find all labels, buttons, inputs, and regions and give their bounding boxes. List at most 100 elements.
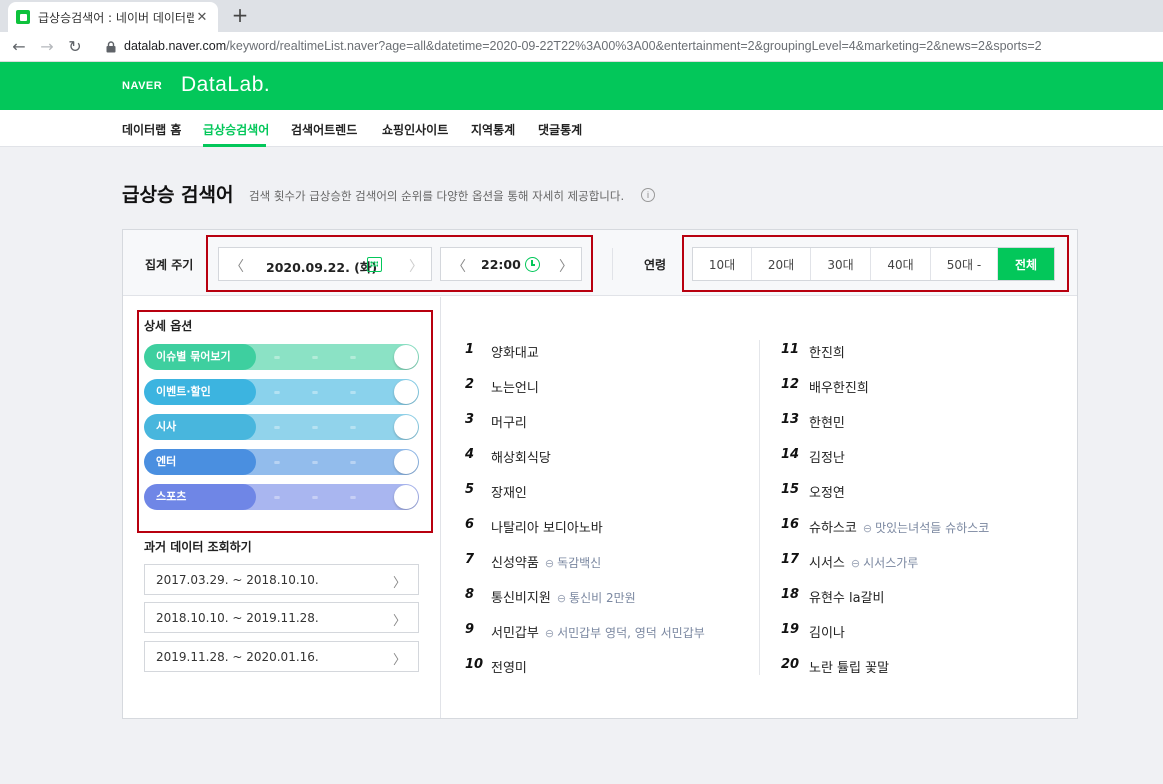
rank-number: 18	[781, 587, 800, 602]
rank-keyword-group: 유현수 la갈비	[809, 587, 885, 606]
chevron-right-icon: 〉	[392, 653, 406, 668]
rank-keyword-group: 전영미	[491, 657, 527, 676]
rank-number: 15	[781, 482, 800, 497]
rank-keyword[interactable]: 슈하스코	[809, 521, 857, 536]
nav-realtime-keywords[interactable]: 급상승검색어	[203, 121, 269, 138]
nav-regional-stats[interactable]: 지역통계	[471, 121, 515, 138]
rank-keyword[interactable]: 서민갑부	[491, 626, 539, 641]
rank-keyword[interactable]: 장재인	[491, 486, 527, 501]
rank-keyword[interactable]: 시서스	[809, 556, 845, 571]
rank-keyword-group: 시서스 ⊖ 시서스가루	[809, 552, 918, 571]
rank-number: 5	[465, 482, 475, 497]
rank-keyword[interactable]: 유현수 la갈비	[809, 591, 885, 606]
chevron-right-icon: 〉	[392, 576, 406, 591]
rank-keyword-group: 김이나	[809, 622, 845, 641]
rank-number: 17	[781, 552, 800, 567]
date-time-highlight	[206, 235, 593, 292]
site-header	[0, 62, 1163, 110]
rank-keyword-group: 한진희	[809, 342, 845, 361]
rank-keyword-group: 서민갑부 ⊖ 서민갑부 영덕, 영덕 서민갑부	[491, 622, 705, 641]
related-keywords[interactable]: 통신비 2만원	[569, 591, 636, 605]
rank-number: 2	[465, 377, 475, 392]
rank-keyword[interactable]: 해상회식당	[491, 451, 551, 466]
info-icon[interactable]: i	[641, 188, 655, 202]
age-label: 연령	[644, 258, 667, 272]
url-host: datalab.naver.com	[124, 39, 227, 53]
past-data-title: 과거 데이터 조회하기	[144, 540, 252, 554]
related-keywords[interactable]: 독감백신	[557, 556, 601, 570]
datalab-logo[interactable]: DataLab.	[181, 73, 270, 97]
rank-keyword[interactable]: 통신비지원	[491, 591, 551, 606]
rank-keyword-group: 한현민	[809, 412, 845, 431]
nav-shopping-insight[interactable]: 쇼핑인사이트	[382, 121, 448, 138]
reload-icon[interactable]: ↻	[64, 36, 86, 58]
link-icon: ⊖	[544, 557, 555, 570]
rank-keyword-group: 신성약품 ⊖ 독감백신	[491, 552, 601, 571]
nav-comment-stats[interactable]: 댓글통계	[538, 121, 582, 138]
filter-divider	[612, 248, 613, 280]
link-icon: ⊖	[862, 522, 873, 535]
rank-keyword-group: 머구리	[491, 412, 527, 431]
rank-keyword-group: 노란 튤립 꽃말	[809, 657, 889, 676]
past-range-link[interactable]: 2018.10.10. ~ 2019.11.28. 〉	[144, 602, 419, 633]
rank-number: 20	[781, 657, 800, 672]
past-range-text: 2018.10.10. ~ 2019.11.28.	[156, 611, 319, 625]
browser-tab[interactable]: 급상승검색어 : 네이버 데이터랩 ✕	[8, 2, 218, 32]
close-tab-icon[interactable]: ✕	[194, 10, 210, 25]
link-icon: ⊖	[556, 592, 567, 605]
rank-keyword[interactable]: 나탈리아 보디아노바	[491, 521, 603, 536]
rank-keyword-group: 양화대교	[491, 342, 539, 361]
rank-number: 6	[465, 517, 475, 532]
rank-keyword[interactable]: 한현민	[809, 416, 845, 431]
tab-title: 급상승검색어 : 네이버 데이터랩	[38, 10, 194, 25]
sub-navigation: 데이터랩 홈 급상승검색어 검색어트렌드 쇼핑인사이트 지역통계 댓글통계	[0, 110, 1163, 147]
related-keywords[interactable]: 서민갑부 영덕, 영덕 서민갑부	[557, 626, 705, 640]
related-keywords[interactable]: 시서스가루	[863, 556, 918, 570]
link-icon: ⊖	[850, 557, 861, 570]
page-title: 급상승 검색어	[122, 184, 234, 206]
rank-keyword[interactable]: 한진희	[809, 346, 845, 361]
rank-number: 10	[465, 657, 484, 672]
new-tab-button[interactable]: +	[230, 4, 250, 26]
rank-number: 3	[465, 412, 475, 427]
rank-keyword[interactable]: 머구리	[491, 416, 527, 431]
rank-number: 8	[465, 587, 475, 602]
rank-keyword-group: 배우한진희	[809, 377, 869, 396]
rank-keyword[interactable]: 배우한진희	[809, 381, 869, 396]
rank-keyword[interactable]: 전영미	[491, 661, 527, 676]
related-keywords[interactable]: 맛있는녀석들 슈하스코	[875, 521, 989, 535]
rank-keyword[interactable]: 김정난	[809, 451, 845, 466]
rank-keyword[interactable]: 오정연	[809, 486, 845, 501]
back-arrow-icon[interactable]: ←	[8, 36, 30, 58]
rank-number: 16	[781, 517, 800, 532]
naver-favicon-icon	[16, 10, 30, 24]
rank-keyword-group: 장재인	[491, 482, 527, 501]
rank-number: 13	[781, 412, 800, 427]
url-field[interactable]: datalab.naver.com/keyword/realtimeList.n…	[124, 39, 1042, 53]
rank-number: 9	[465, 622, 475, 637]
past-range-link[interactable]: 2019.11.28. ~ 2020.01.16. 〉	[144, 641, 419, 672]
rank-keyword[interactable]: 김이나	[809, 626, 845, 641]
past-range-text: 2019.11.28. ~ 2020.01.16.	[156, 650, 319, 664]
nav-search-trend[interactable]: 검색어트렌드	[291, 121, 357, 138]
rank-keyword-group: 나탈리아 보디아노바	[491, 517, 603, 536]
rank-keyword[interactable]: 양화대교	[491, 346, 539, 361]
ranking-column-divider	[759, 340, 760, 675]
nav-datalab-home[interactable]: 데이터랩 홈	[122, 121, 181, 138]
rank-keyword[interactable]: 노는언니	[491, 381, 539, 396]
rank-number: 14	[781, 447, 800, 462]
naver-logo[interactable]: NAVER	[122, 80, 162, 92]
rank-keyword-group: 김정난	[809, 447, 845, 466]
rank-number: 19	[781, 622, 800, 637]
rank-keyword[interactable]: 신성약품	[491, 556, 539, 571]
lock-icon	[106, 41, 116, 53]
rank-number: 1	[465, 342, 475, 357]
link-icon: ⊖	[544, 627, 555, 640]
rank-number: 11	[781, 342, 800, 357]
rank-keyword[interactable]: 노란 튤립 꽃말	[809, 661, 889, 676]
rank-keyword-group: 오정연	[809, 482, 845, 501]
age-highlight	[682, 235, 1069, 292]
past-range-link[interactable]: 2017.03.29. ~ 2018.10.10. 〉	[144, 564, 419, 595]
rank-number: 12	[781, 377, 800, 392]
forward-arrow-icon[interactable]: →	[36, 36, 58, 58]
